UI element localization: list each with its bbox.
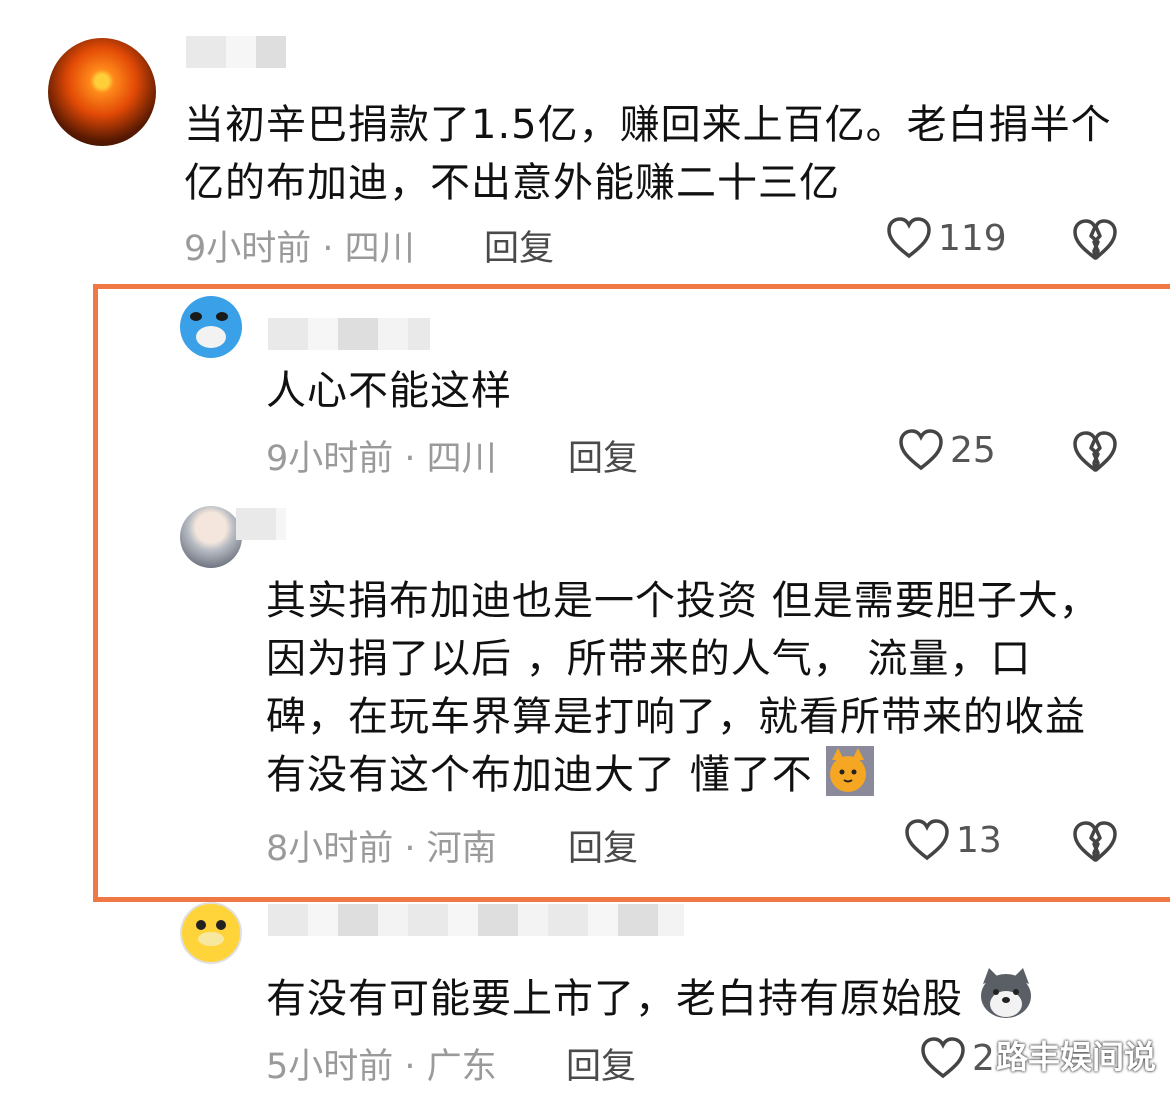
reply-button[interactable]: 回复 bbox=[568, 430, 638, 481]
comment-meta: 9小时前 · 四川 bbox=[266, 439, 497, 479]
comment-text: 人心不能这样 bbox=[266, 368, 512, 414]
like-button[interactable]: 2 bbox=[920, 1036, 995, 1080]
like-count: 25 bbox=[950, 429, 996, 471]
heart-icon bbox=[905, 819, 949, 861]
like-count: 13 bbox=[956, 819, 1002, 861]
comment-meta: 5小时前 · 广东 bbox=[266, 1047, 497, 1087]
comment-text: 当初辛巴捐款了1.5亿，赚回来上百亿。老白捐半个亿的布加迪，不出意外能赚二十三亿 bbox=[184, 102, 1112, 206]
dog-emoji-icon bbox=[977, 966, 1035, 1036]
username[interactable] bbox=[268, 318, 430, 350]
comment-text-body: 其实捐布加迪也是一个投资 但是需要胆子大，因为捐了以后 ，所带来的人气， 流量，… bbox=[266, 578, 1100, 798]
like-button[interactable]: 119 bbox=[886, 216, 1007, 260]
like-count: 119 bbox=[938, 217, 1007, 259]
like-button[interactable]: 25 bbox=[898, 428, 996, 472]
broken-heart-icon[interactable] bbox=[1072, 430, 1118, 474]
cat-emoji-icon bbox=[826, 746, 875, 812]
broken-heart-icon[interactable] bbox=[1072, 218, 1118, 262]
like-button[interactable]: 13 bbox=[904, 818, 1002, 862]
comment-meta: 8小时前 · 河南 bbox=[266, 829, 497, 869]
avatar[interactable] bbox=[180, 296, 242, 358]
username[interactable] bbox=[268, 904, 684, 936]
avatar[interactable] bbox=[48, 38, 156, 146]
comment-text-body: 有没有可能要上市了，老白持有原始股 bbox=[266, 976, 963, 1022]
comment-meta: 9小时前 · 四川 bbox=[184, 229, 415, 269]
heart-icon bbox=[899, 429, 943, 471]
heart-icon bbox=[887, 217, 931, 259]
reply-button[interactable]: 回复 bbox=[568, 820, 638, 871]
comment-text: 其实捐布加迪也是一个投资 但是需要胆子大，因为捐了以后 ，所带来的人气， 流量，… bbox=[266, 572, 1106, 812]
heart-icon bbox=[921, 1037, 965, 1079]
avatar[interactable] bbox=[180, 902, 242, 964]
avatar[interactable] bbox=[180, 506, 242, 568]
username[interactable] bbox=[236, 508, 286, 540]
broken-heart-icon[interactable] bbox=[1072, 820, 1118, 864]
comment-text: 有没有可能要上市了，老白持有原始股 bbox=[266, 966, 1126, 1036]
watermark: 路丰娱间说 bbox=[995, 1038, 1156, 1076]
reply-button[interactable]: 回复 bbox=[484, 220, 554, 271]
reply-button[interactable]: 回复 bbox=[566, 1038, 636, 1089]
username[interactable] bbox=[186, 36, 286, 68]
like-count: 2 bbox=[972, 1037, 995, 1079]
